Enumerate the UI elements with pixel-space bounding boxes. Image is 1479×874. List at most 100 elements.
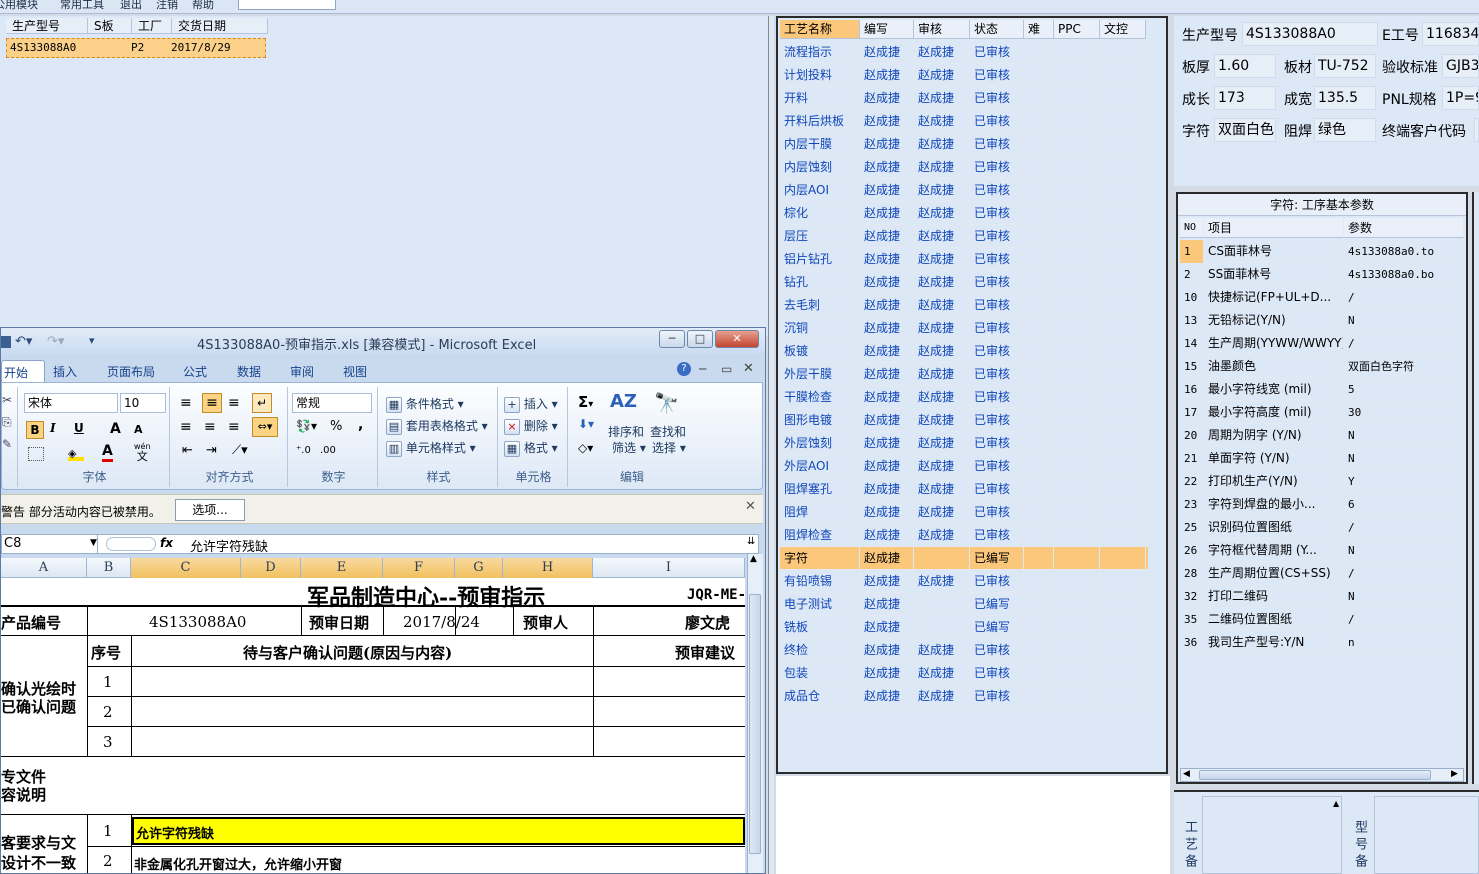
close-button[interactable]: ✕ — [715, 330, 759, 348]
tab-data[interactable]: 数据 — [237, 363, 261, 380]
section2-label-line2[interactable]: 容说明 — [1, 784, 46, 805]
param-row[interactable]: 15 油墨颜色 双面白色字符 — [1180, 355, 1464, 378]
process-row[interactable]: 内层干膜 赵成捷 赵成捷 已审核 — [780, 133, 1148, 156]
redo-icon[interactable]: ↷▾ — [47, 334, 64, 349]
tab-home[interactable]: 开始 — [1, 360, 45, 382]
param-row[interactable]: 20 周期为阴字 (Y/N) N — [1180, 424, 1464, 447]
excel-save-icon[interactable] — [1, 336, 11, 348]
section3-label-line1[interactable]: 客要求与文 — [1, 832, 76, 853]
standard-value[interactable]: GJB3 — [1442, 54, 1479, 78]
param-row[interactable]: 22 打印机生产(Y/N) Y — [1180, 470, 1464, 493]
product-no-value[interactable]: 4S133088A0 — [149, 613, 246, 631]
tab-review[interactable]: 审阅 — [290, 363, 314, 380]
process-row[interactable]: 铣板 赵成捷 已编写 — [780, 616, 1148, 639]
col-header-a[interactable]: A — [1, 558, 87, 578]
process-row[interactable]: 包装 赵成捷 赵成捷 已审核 — [780, 662, 1148, 685]
percent-button[interactable]: % — [330, 419, 342, 434]
param-row[interactable]: 13 无铅标记(Y/N) N — [1180, 309, 1464, 332]
border-icon[interactable] — [28, 447, 44, 461]
proc-col-reviewer[interactable]: 审核 — [914, 20, 970, 39]
row-no-3[interactable]: 3 — [103, 733, 113, 751]
help-icon[interactable]: ? — [677, 362, 691, 376]
row-no-2[interactable]: 2 — [103, 703, 113, 721]
sheet-title[interactable]: 军品制造中心--预审指示 — [307, 580, 545, 612]
param-row[interactable]: 28 生产周期位置(CS+SS) / — [1180, 562, 1464, 585]
fill-icon[interactable]: ⬇▾ — [578, 417, 594, 431]
issue-header[interactable]: 待与客户确认问题(原因与内容) — [243, 642, 452, 663]
font-size-select[interactable]: 10 — [120, 393, 166, 413]
decrease-indent-icon[interactable]: ⇤ — [182, 443, 193, 458]
param-row[interactable]: 1 CS面菲林号 4s133088a0.to — [1180, 240, 1464, 263]
orientation-icon[interactable]: ⟋▾ — [232, 443, 248, 458]
product-no-label[interactable]: 产品编号 — [1, 612, 61, 633]
param-row[interactable]: 36 我司生产型号:Y/N n — [1180, 631, 1464, 654]
security-options-button[interactable]: 选项... — [175, 499, 245, 521]
scroll-left-icon[interactable]: ◀ — [1183, 769, 1190, 779]
char-value[interactable]: 双面白色 — [1214, 118, 1276, 142]
reviewer-value[interactable]: 廖文虎 — [685, 612, 730, 633]
param-row[interactable]: 17 最小字符高度 (mil) 30 — [1180, 401, 1464, 424]
process-row[interactable]: 阻焊塞孔 赵成捷 赵成捷 已审核 — [780, 478, 1148, 501]
order-col-factory[interactable]: 工厂 — [132, 18, 172, 34]
process-row[interactable]: 板镀 赵成捷 赵成捷 已审核 — [780, 340, 1148, 363]
process-remark-field[interactable]: ▲ — [1202, 796, 1342, 874]
param-row[interactable]: 35 二维码位置图纸 / — [1180, 608, 1464, 631]
format-painter-icon[interactable]: ✎ — [2, 437, 12, 451]
scroll-thumb[interactable] — [749, 594, 761, 854]
process-row[interactable]: 开料 赵成捷 赵成捷 已审核 — [780, 87, 1148, 110]
order-col-date[interactable]: 交货日期 — [172, 18, 268, 34]
col-header-f[interactable]: F — [383, 558, 455, 578]
menu-logout[interactable]: 注销 — [156, 0, 178, 12]
process-row[interactable]: 阻焊检查 赵成捷 赵成捷 已审核 — [780, 524, 1148, 547]
proc-col-doc[interactable]: 文控 — [1100, 20, 1146, 39]
proc-col-ppc[interactable]: PPC — [1054, 20, 1100, 39]
increase-decimal-icon[interactable]: ⁺.0 — [296, 445, 311, 456]
scroll-right-icon[interactable]: ▶ — [1451, 769, 1458, 779]
process-row[interactable]: 字符 赵成捷 已编写 — [780, 547, 1148, 570]
col-header-i[interactable]: I — [593, 558, 745, 578]
process-row[interactable]: 终检 赵成捷 赵成捷 已审核 — [780, 639, 1148, 662]
menu-exit[interactable]: 退出 — [120, 0, 142, 12]
currency-icon[interactable]: 💱▾ — [296, 419, 317, 433]
autosum-button[interactable]: Σ▾ — [578, 393, 593, 411]
process-row[interactable]: 成品仓 赵成捷 赵成捷 已审核 — [780, 685, 1148, 708]
insert-cells-button[interactable]: + 插入 ▾ — [504, 395, 558, 413]
process-row[interactable]: 阻焊 赵成捷 赵成捷 已审核 — [780, 501, 1148, 524]
tab-insert[interactable]: 插入 — [53, 363, 77, 380]
review-date-label[interactable]: 预审日期 — [309, 612, 369, 633]
process-row[interactable]: 棕化 赵成捷 赵成捷 已审核 — [780, 202, 1148, 225]
ribbon-restore-icon[interactable]: ▭ — [721, 362, 732, 376]
process-row[interactable]: 干膜检查 赵成捷 赵成捷 已审核 — [780, 386, 1148, 409]
scroll-up-icon[interactable]: ▲ — [750, 554, 757, 564]
row-no-1[interactable]: 1 — [103, 673, 113, 691]
menu-public-modules[interactable]: 公用模块 — [0, 0, 38, 12]
order-col-model[interactable]: 生产型号 — [6, 18, 88, 34]
length-value[interactable]: 173 — [1214, 86, 1276, 110]
merge-center-icon[interactable]: ⇔▾ — [252, 417, 278, 437]
process-row[interactable]: 外层AOI 赵成捷 赵成捷 已审核 — [780, 455, 1148, 478]
worksheet[interactable]: 军品制造中心--预审指示 JQR-ME- 产品编号 4S133088A0 预审日… — [1, 578, 746, 873]
fill-color-icon[interactable]: ◈ — [68, 447, 84, 461]
proc-col-writer[interactable]: 编写 — [860, 20, 914, 39]
conditional-format-button[interactable]: ▦ 条件格式 ▾ — [386, 395, 464, 413]
param-col-value[interactable]: 参数 — [1344, 218, 1464, 238]
param-row[interactable]: 23 字符到焊盘的最小... 6 — [1180, 493, 1464, 516]
sheet-vertical-scrollbar[interactable]: ▲ — [747, 554, 763, 873]
selected-cell-c8[interactable]: 允许字符残缺 — [132, 817, 745, 845]
review-date-value[interactable]: 2017/8/24 — [403, 613, 480, 631]
row3-no-1[interactable]: 1 — [103, 822, 113, 840]
align-left-icon[interactable]: ≡ — [180, 419, 192, 435]
clear-icon[interactable]: ◇▾ — [578, 441, 593, 455]
formula-input[interactable]: 允许字符残缺 — [190, 536, 268, 555]
customer-code-value[interactable] — [1474, 118, 1479, 142]
tab-view[interactable]: 视图 — [343, 363, 367, 380]
underline-button[interactable]: U — [74, 421, 84, 435]
param-row[interactable]: 14 生产周期(YYWW/WWYY) / — [1180, 332, 1464, 355]
suggest-header[interactable]: 预审建议 — [675, 642, 735, 663]
process-row[interactable]: 层压 赵成捷 赵成捷 已审核 — [780, 225, 1148, 248]
col-header-c[interactable]: C — [131, 558, 241, 578]
seq-header[interactable]: 序号 — [91, 642, 121, 663]
process-row[interactable]: 外层干膜 赵成捷 赵成捷 已审核 — [780, 363, 1148, 386]
name-box[interactable]: C8 — [2, 535, 98, 553]
col-header-e[interactable]: E — [301, 558, 383, 578]
